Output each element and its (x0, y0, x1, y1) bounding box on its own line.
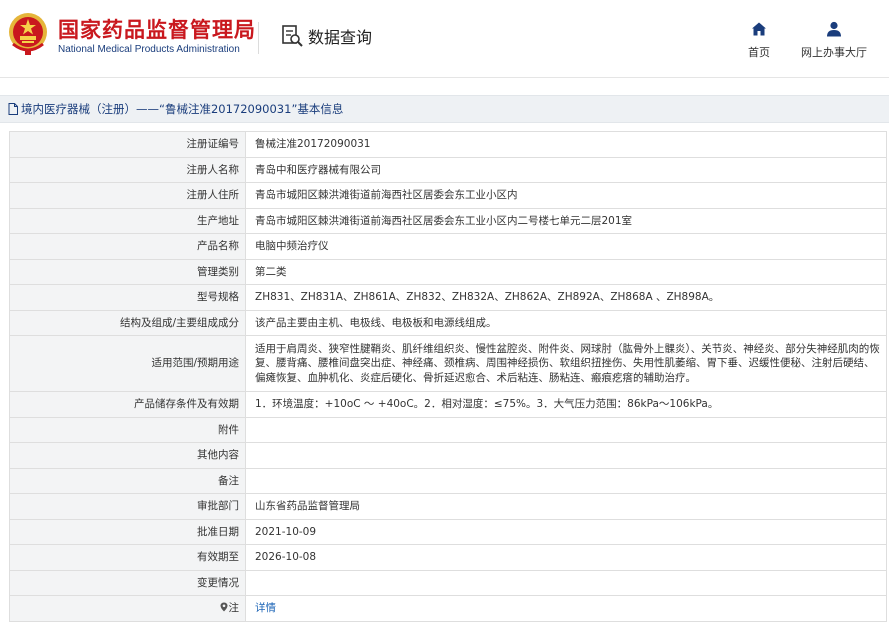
table-row: 变更情况 (9, 569, 887, 596)
row-value (245, 416, 887, 443)
row-label: 注册人住所 (9, 182, 246, 209)
row-value (245, 569, 887, 596)
table-row: 有效期至 2026-10-08 (9, 544, 887, 571)
table-row: 注册人名称 青岛中和医疗器械有限公司 (9, 156, 887, 183)
row-value: 该产品主要由主机、电极线、电极板和电源线组成。 (245, 309, 887, 336)
logo-title-cn[interactable]: 国家药品监督管理局 (58, 14, 256, 44)
breadcrumb-text: 境内医疗器械（注册）——“鲁械注准20172090031”基本信息 (21, 102, 344, 116)
table-row: 产品储存条件及有效期 1．环境温度：+10oC ～ +40oC。2．相对湿度：≤… (9, 391, 887, 418)
row-value: ZH831、ZH831A、ZH861A、ZH832、ZH832A、ZH862A、… (245, 284, 887, 311)
table-row: 产品名称 电脑中频治疗仪 (9, 233, 887, 260)
national-emblem-icon (9, 13, 47, 55)
table-row: 生产地址 青岛市城阳区棘洪滩街道前海西社区居委会东工业小区内二号楼七单元二层20… (9, 207, 887, 234)
row-label: 产品储存条件及有效期 (9, 391, 246, 418)
row-value: 2026-10-08 (245, 544, 887, 571)
row-label: 审批部门 (9, 493, 246, 520)
row-label: 产品名称 (9, 233, 246, 260)
user-icon (827, 21, 841, 37)
table-row: 附件 (9, 416, 887, 443)
nav-home-label: 首页 (748, 46, 770, 59)
nav-home[interactable]: 首页 (740, 20, 778, 60)
document-search-icon (282, 25, 303, 47)
note-label: 注 (228, 602, 240, 614)
table-row: 其他内容 (9, 442, 887, 469)
row-value: 电脑中频治疗仪 (245, 233, 887, 260)
row-label: 有效期至 (9, 544, 246, 571)
row-value: 1．环境温度：+10oC ～ +40oC。2．相对湿度：≤75%。3．大气压力范… (245, 391, 887, 418)
details-link[interactable]: 详情 (255, 602, 276, 614)
row-value: 山东省药品监督管理局 (245, 493, 887, 520)
row-value (245, 442, 887, 469)
table-row: 型号规格 ZH831、ZH831A、ZH861A、ZH832、ZH832A、ZH… (9, 284, 887, 311)
table-row: 注册人住所 青岛市城阳区棘洪滩街道前海西社区居委会东工业小区内 (9, 182, 887, 209)
row-value: 鲁械注准20172090031 (245, 131, 887, 158)
row-value: 第二类 (245, 258, 887, 285)
row-label: 批准日期 (9, 518, 246, 545)
data-query-title: 数据查询 (280, 24, 372, 48)
row-label: 结构及组成/主要组成成分 (9, 309, 246, 336)
home-icon (752, 22, 766, 36)
document-icon (8, 103, 18, 115)
row-label: 型号规格 (9, 284, 246, 311)
table-row: 管理类别 第二类 (9, 258, 887, 285)
row-label: 适用范围/预期用途 (9, 335, 246, 392)
row-value: 青岛市城阳区棘洪滩街道前海西社区居委会东工业小区内二号楼七单元二层201室 (245, 207, 887, 234)
row-label: 注册人名称 (9, 156, 246, 183)
nav-online-service-hall[interactable]: 网上办事大厅 (798, 20, 870, 60)
row-value: 青岛中和医疗器械有限公司 (245, 156, 887, 183)
row-label: 其他内容 (9, 442, 246, 469)
table-row: 结构及组成/主要组成成分 该产品主要由主机、电极线、电极板和电源线组成。 (9, 309, 887, 336)
table-row: 批准日期 2021-10-09 (9, 518, 887, 545)
registration-info-table: 注册证编号 鲁械注准20172090031 注册人名称 青岛中和医疗器械有限公司… (9, 131, 887, 622)
data-query-label: 数据查询 (308, 28, 373, 47)
table-row: 适用范围/预期用途 适用于肩周炎、狭窄性腱鞘炎、肌纤维组织炎、慢性盆腔炎、附件炎… (9, 335, 887, 392)
row-label: 生产地址 (9, 207, 246, 234)
header-divider (258, 22, 259, 54)
breadcrumb: 境内医疗器械（注册）——“鲁械注准20172090031”基本信息 (0, 95, 889, 123)
row-value: 适用于肩周炎、狭窄性腱鞘炎、肌纤维组织炎、慢性盆腔炎、附件炎、网球肘（肱骨外上髁… (245, 335, 887, 392)
row-label: 变更情况 (9, 569, 246, 596)
row-label: 附件 (9, 416, 246, 443)
row-label: 注册证编号 (9, 131, 246, 158)
row-value: 详情 (245, 595, 887, 622)
site-header: 国家药品监督管理局 National Medical Products Admi… (0, 0, 889, 78)
table-row: 审批部门 山东省药品监督管理局 (9, 493, 887, 520)
row-value: 2021-10-09 (245, 518, 887, 545)
logo-title-en[interactable]: National Medical Products Administration (58, 44, 240, 55)
row-value: 青岛市城阳区棘洪滩街道前海西社区居委会东工业小区内 (245, 182, 887, 209)
row-label: 备注 (9, 467, 246, 494)
row-label: 管理类别 (9, 258, 246, 285)
location-pin-icon (220, 602, 227, 612)
table-row: 注册证编号 鲁械注准20172090031 (9, 131, 887, 158)
row-label-note: 注 (9, 595, 246, 622)
table-row: 备注 (9, 467, 887, 494)
row-value (245, 467, 887, 494)
nav-online-service-hall-label: 网上办事大厅 (801, 46, 867, 59)
table-row: 注 详情 (9, 595, 887, 622)
